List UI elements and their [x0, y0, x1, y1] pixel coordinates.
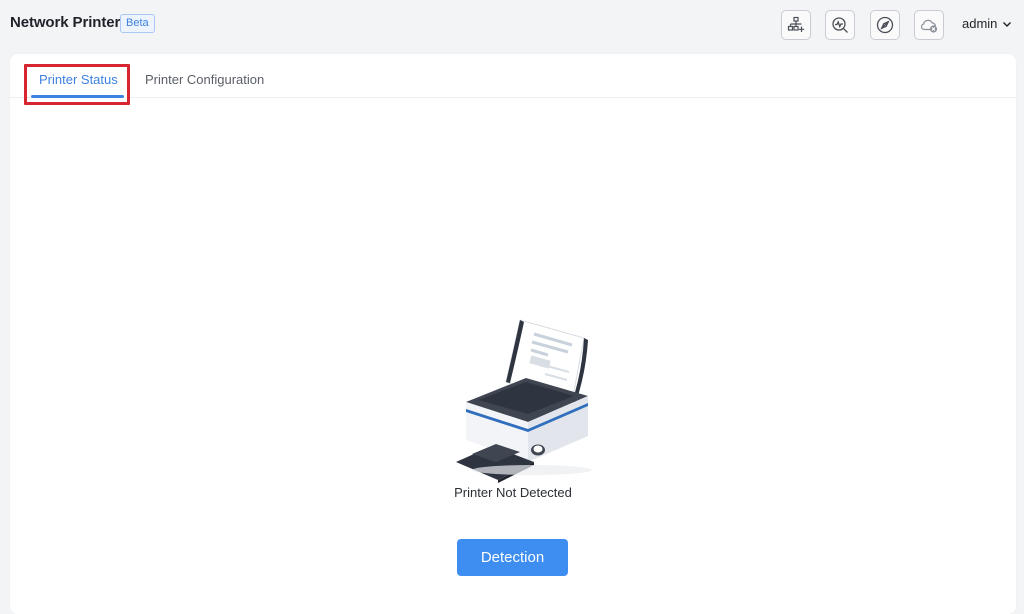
network-add-icon [787, 16, 805, 32]
tab-printer-configuration[interactable]: Printer Configuration [145, 72, 264, 87]
top-bar: Network Printer Beta admin [0, 0, 1024, 50]
user-menu[interactable]: admin [962, 16, 1012, 31]
diagnostic-icon [832, 17, 848, 33]
app-title: Network Printer [10, 14, 121, 31]
active-tab-indicator [31, 95, 124, 98]
printer-status-text: Printer Not Detected [454, 485, 572, 500]
cloud-status-button[interactable] [914, 10, 944, 40]
network-add-button[interactable] [781, 10, 811, 40]
username: admin [962, 16, 998, 31]
cloud-disconnected-icon [920, 19, 938, 33]
detection-button[interactable]: Detection [457, 539, 568, 576]
chevron-down-icon [1003, 21, 1012, 27]
diagnostic-button[interactable] [825, 10, 855, 40]
tab-printer-status[interactable]: Printer Status [39, 72, 118, 87]
compass-button[interactable] [870, 10, 900, 40]
beta-badge: Beta [120, 14, 155, 33]
tab-bar: Printer Status Printer Configuration [10, 54, 1016, 98]
printer-illustration-icon [456, 319, 592, 483]
main-card: Printer Status Printer Configuration Pri [10, 54, 1016, 614]
compass-icon [876, 16, 894, 34]
